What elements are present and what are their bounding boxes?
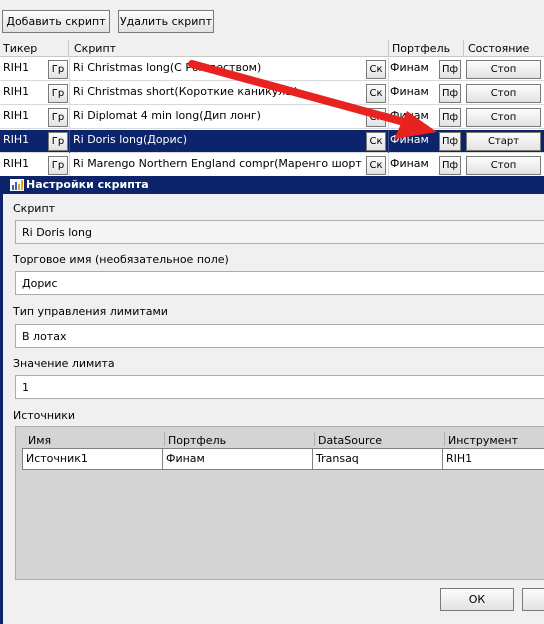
toolbar: Добавить скрипт Удалить скрипт	[0, 0, 544, 40]
script-row[interactable]: RIH1 Гр Ri Diplomat 4 min long(Дип лонг)…	[0, 106, 544, 129]
sources-header-instrument[interactable]: Инструмент	[448, 434, 518, 447]
limit-value-label: Значение лимита	[13, 357, 115, 370]
ticker-cell: RIH1	[3, 61, 30, 74]
gr-button[interactable]: Гр	[48, 156, 68, 175]
gr-button[interactable]: Гр	[48, 60, 68, 79]
script-field[interactable]: Ri Doris long	[15, 220, 544, 244]
pf-button[interactable]: Пф	[439, 60, 461, 79]
sk-button[interactable]: Ск	[366, 132, 386, 151]
script-cell: Ri Diplomat 4 min long(Дип лонг)	[73, 109, 261, 122]
source-row[interactable]: Источник1 Финам Transaq RIH1	[22, 448, 544, 470]
script-field-value: Ri Doris long	[22, 226, 92, 239]
limit-value-input[interactable]: 1	[15, 375, 544, 399]
sk-button[interactable]: Ск	[366, 60, 386, 79]
scripts-grid: Тикер Скрипт Портфель Состояние RIH1 Гр …	[0, 40, 544, 178]
dialog-title-bar[interactable]: Настройки скрипта	[0, 176, 544, 194]
pf-button[interactable]: Пф	[439, 84, 461, 103]
header-portfolio[interactable]: Портфель	[392, 42, 450, 55]
grid-header: Тикер Скрипт Портфель Состояние	[0, 40, 544, 57]
pf-button[interactable]: Пф	[439, 132, 461, 151]
limit-value: 1	[22, 381, 29, 394]
script-cell: Ri Doris long(Дорис)	[73, 133, 188, 146]
sk-button[interactable]: Ск	[366, 156, 386, 175]
header-state[interactable]: Состояние	[468, 42, 529, 55]
sources-header-portfolio[interactable]: Портфель	[168, 434, 226, 447]
state-button[interactable]: Стоп	[466, 60, 541, 79]
state-button[interactable]: Стоп	[466, 156, 541, 175]
state-button[interactable]: Старт	[466, 132, 541, 151]
ticker-cell: RIH1	[3, 85, 30, 98]
portfolio-cell: Финам	[390, 109, 429, 122]
source-datasource-cell: Transaq	[313, 449, 443, 469]
script-row[interactable]: RIH1 Гр Ri Christmas long(С Рождеством) …	[0, 58, 544, 81]
trade-name-input[interactable]: Дорис	[15, 271, 544, 295]
source-name-cell: Источник1	[23, 449, 163, 469]
sources-label: Источники	[13, 409, 76, 422]
script-label: Скрипт	[13, 202, 56, 215]
limit-type-select[interactable]: В лотах	[15, 324, 544, 348]
trade-name-label: Торговое имя (необязательное поле)	[13, 253, 229, 266]
script-cell: Ri Christmas long(С Рождеством)	[73, 61, 262, 74]
portfolio-cell: Финам	[390, 133, 429, 146]
dialog-title: Настройки скрипта	[26, 178, 149, 191]
cancel-button[interactable]	[522, 588, 544, 611]
script-cell: Ri Christmas short(Короткие каникулы)	[73, 85, 299, 98]
sources-header-name[interactable]: Имя	[28, 434, 51, 447]
sources-table: Имя Портфель DataSource Инструмент Источ…	[15, 426, 544, 580]
header-script[interactable]: Скрипт	[74, 42, 116, 55]
gr-button[interactable]: Гр	[48, 84, 68, 103]
add-script-button[interactable]: Добавить скрипт	[2, 10, 110, 33]
gr-button[interactable]: Гр	[48, 132, 68, 151]
state-button[interactable]: Стоп	[466, 108, 541, 127]
remove-script-button[interactable]: Удалить скрипт	[118, 10, 214, 33]
ticker-cell: RIH1	[3, 157, 30, 170]
source-instrument-cell: RIH1	[446, 452, 473, 465]
script-row[interactable]: RIH1 Гр Ri Marengo Northern England comp…	[0, 154, 544, 177]
portfolio-cell: Финам	[390, 61, 429, 74]
trade-name-value: Дорис	[22, 277, 58, 290]
portfolio-cell: Финам	[390, 85, 429, 98]
pf-button[interactable]: Пф	[439, 156, 461, 175]
limit-type-value: В лотах	[22, 330, 67, 343]
ok-button[interactable]: ОК	[440, 588, 514, 611]
sk-button[interactable]: Ск	[366, 108, 386, 127]
pf-button[interactable]: Пф	[439, 108, 461, 127]
script-row[interactable]: RIH1 Гр Ri Christmas short(Короткие кани…	[0, 82, 544, 105]
ticker-cell: RIH1	[3, 109, 30, 122]
script-settings-dialog: Настройки скрипта Скрипт Ri Doris long Т…	[0, 176, 544, 624]
sources-header-datasource[interactable]: DataSource	[318, 434, 382, 447]
sk-button[interactable]: Ск	[366, 84, 386, 103]
header-ticker[interactable]: Тикер	[3, 42, 37, 55]
ticker-cell: RIH1	[3, 133, 30, 146]
script-row-selected[interactable]: RIH1 Гр Ri Doris long(Дорис) Ск Финам Пф…	[0, 130, 544, 153]
gr-button[interactable]: Гр	[48, 108, 68, 127]
state-button[interactable]: Стоп	[466, 84, 541, 103]
portfolio-cell: Финам	[390, 157, 429, 170]
chart-icon	[10, 179, 24, 191]
script-cell: Ri Marengo Northern England compr(Маренг…	[73, 157, 363, 170]
limit-type-label: Тип управления лимитами	[13, 305, 168, 318]
source-portfolio-cell: Финам	[163, 449, 313, 469]
